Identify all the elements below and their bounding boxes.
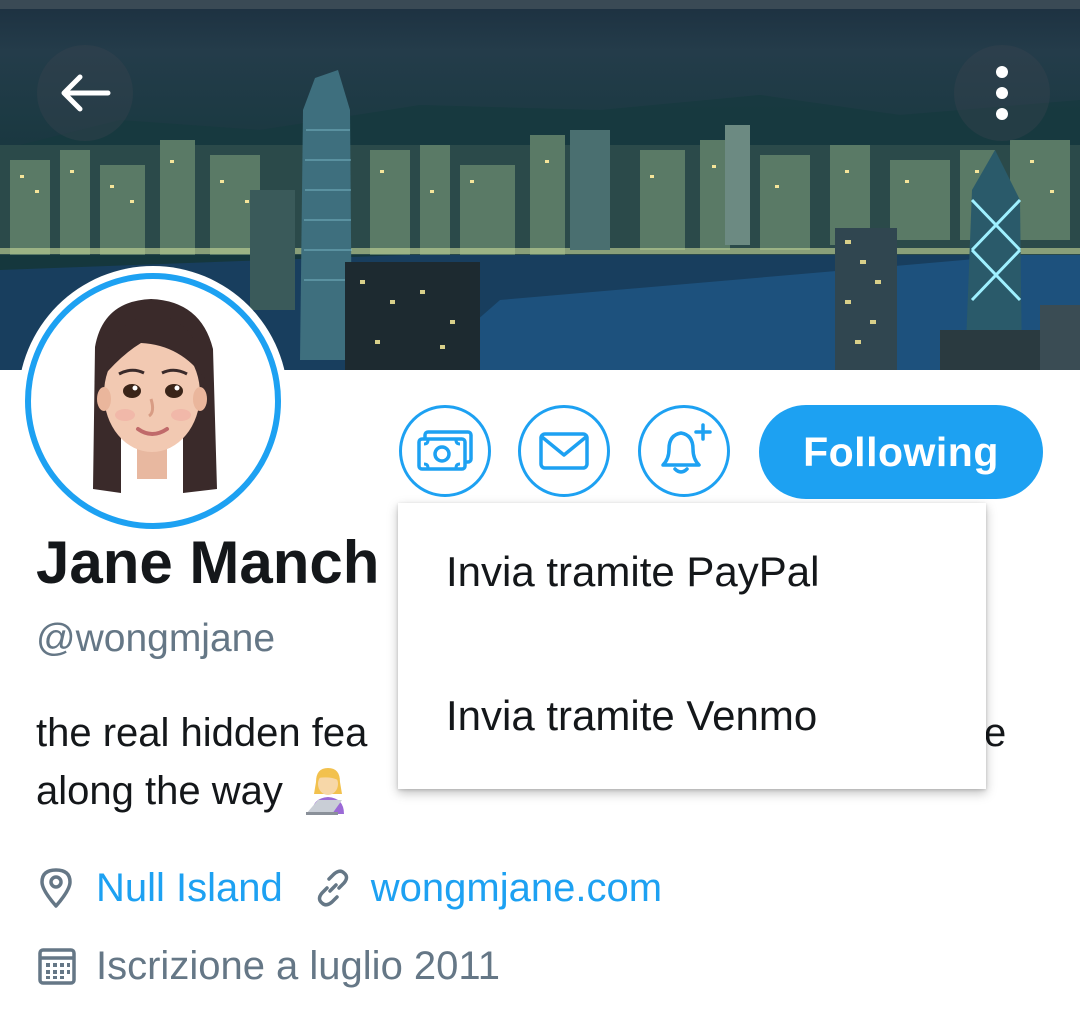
bio-line-2-text: along the way bbox=[36, 769, 283, 813]
join-date: Iscrizione a luglio 2011 bbox=[96, 943, 500, 988]
notifications-button[interactable] bbox=[638, 405, 730, 497]
arrow-left-icon bbox=[61, 74, 111, 112]
avatar[interactable] bbox=[25, 273, 281, 529]
back-button[interactable] bbox=[37, 45, 133, 141]
bio-line-1-text: the real hidden fea bbox=[36, 711, 368, 755]
profile-handle: @wongmjane bbox=[36, 617, 276, 660]
tip-dropdown-menu: Invia tramite PayPal Invia tramite Venmo bbox=[398, 503, 986, 789]
profile-name: Jane Manch bbox=[36, 529, 380, 596]
more-vertical-icon bbox=[996, 66, 1008, 120]
menu-item-venmo[interactable]: Invia tramite Venmo bbox=[446, 692, 817, 740]
woman-technologist-emoji-icon bbox=[305, 768, 344, 816]
message-button[interactable] bbox=[518, 405, 610, 497]
website-link[interactable]: wongmjane.com bbox=[371, 866, 662, 911]
profile-meta-row-2: Iscrizione a luglio 2011 bbox=[36, 936, 500, 996]
profile-meta-row-1: Null Island wongmjane.com bbox=[36, 858, 662, 918]
more-options-button[interactable] bbox=[954, 45, 1050, 141]
tip-jar-button[interactable] bbox=[399, 405, 491, 497]
menu-item-paypal[interactable]: Invia tramite PayPal bbox=[446, 548, 820, 596]
link-icon bbox=[317, 869, 349, 907]
location-link[interactable]: Null Island bbox=[96, 866, 283, 911]
money-icon bbox=[417, 430, 473, 471]
following-button[interactable]: Following bbox=[759, 405, 1043, 499]
mail-icon bbox=[539, 432, 589, 470]
memoji-avatar-image bbox=[93, 299, 217, 493]
bio-line-1-tail: e bbox=[984, 711, 1007, 755]
calendar-icon bbox=[38, 948, 76, 985]
location-pin-icon bbox=[40, 868, 72, 908]
bell-plus-icon bbox=[661, 423, 712, 474]
